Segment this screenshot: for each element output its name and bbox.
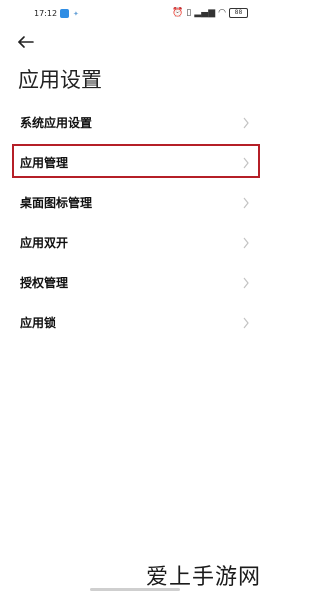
wifi-icon: ◠ [218,8,226,18]
settings-item-label: 应用双开 [20,236,69,250]
status-time: 17:12 [34,9,58,18]
settings-item-label: 应用管理 [20,156,69,170]
chevron-right-icon [243,117,249,129]
settings-item-system-apps[interactable]: 系统应用设置 [0,103,270,143]
status-bar: 17:12 ✦ ⏰ ▯ ▂▄▆ ◠ 88 [0,0,270,24]
home-indicator[interactable] [90,588,180,591]
chevron-right-icon [243,317,249,329]
settings-item-label: 桌面图标管理 [20,196,93,210]
settings-list: 系统应用设置 应用管理 桌面图标管理 应用双开 授权管理 应用锁 [0,103,270,343]
settings-item-label: 系统应用设置 [20,116,93,130]
chevron-right-icon [243,197,249,209]
app-notification-icon [60,9,69,18]
chevron-right-icon [243,277,249,289]
signal-icon: ▂▄▆ [194,8,216,18]
settings-item-desktop-icons[interactable]: 桌面图标管理 [0,183,270,223]
settings-item-permissions[interactable]: 授权管理 [0,263,270,303]
notification-icon: ✦ [73,10,79,18]
chevron-right-icon [243,157,249,169]
alarm-icon: ⏰ [172,8,184,18]
settings-item-app-lock[interactable]: 应用锁 [0,303,270,343]
page-title: 应用设置 [18,68,102,92]
settings-item-dual-apps[interactable]: 应用双开 [0,223,270,263]
settings-item-app-management[interactable]: 应用管理 [0,143,270,183]
status-indicators: ⏰ ▯ ▂▄▆ ◠ 88 [172,7,248,19]
vibrate-icon: ▯ [186,8,192,18]
back-arrow-icon [18,36,34,48]
settings-item-label: 应用锁 [20,316,57,330]
chevron-right-icon [243,237,249,249]
settings-item-label: 授权管理 [20,276,69,290]
battery-icon: 88 [229,8,248,18]
back-button[interactable] [17,33,35,51]
